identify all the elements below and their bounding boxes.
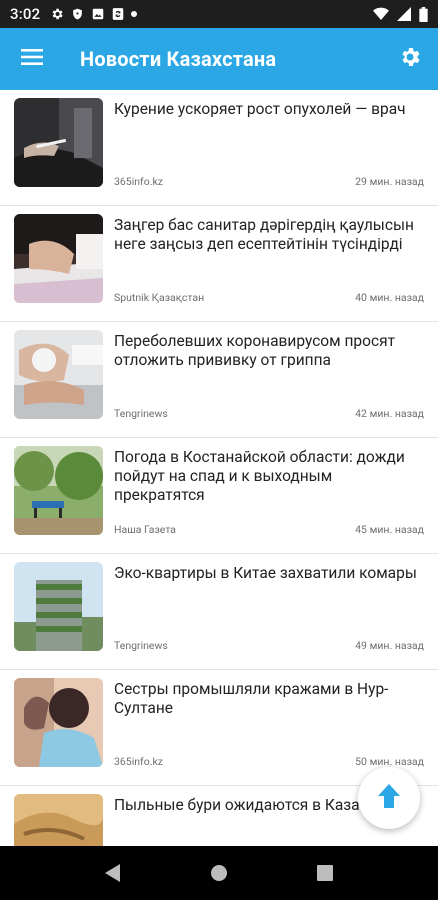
news-thumbnail-flu: [14, 330, 103, 419]
gear-icon: [50, 7, 64, 21]
recents-icon[interactable]: [305, 853, 345, 893]
news-time: 29 мин. назад: [355, 175, 424, 188]
news-headline[interactable]: Курение ускоряет рост опухолей — врач: [114, 100, 424, 119]
scroll-to-top-button[interactable]: [358, 767, 420, 829]
news-thumbnail-park: [14, 446, 103, 535]
news-headline[interactable]: Эко-квартиры в Китае захватили комары: [114, 564, 424, 583]
news-item[interactable]: Курение ускоряет рост опухолей — врач 36…: [0, 90, 438, 206]
news-source: Tengrinews: [114, 407, 168, 420]
news-item[interactable]: Эко-квартиры в Китае захватили комары Te…: [0, 554, 438, 670]
news-headline[interactable]: Переболевших коронавирусом просят отложи…: [114, 332, 424, 370]
news-thumbnail-woman: [14, 678, 103, 767]
news-source: 365info.kz: [114, 175, 163, 188]
battery-icon: [419, 6, 428, 22]
news-source: Наша Газета: [114, 523, 177, 536]
home-icon[interactable]: [199, 853, 239, 893]
gear-icon: [398, 45, 422, 73]
news-thumbnail-eco-building: [14, 562, 103, 651]
news-source: Tengrinews: [114, 639, 168, 652]
news-time: 40 мин. назад: [355, 291, 424, 304]
status-bar: 3:02: [0, 0, 438, 28]
image-icon: [91, 7, 105, 21]
settings-button[interactable]: [382, 28, 438, 90]
notification-icons: [50, 7, 138, 21]
system-icons: [373, 6, 428, 22]
news-item[interactable]: Погода в Костанайской области: дожди пой…: [0, 438, 438, 554]
news-time: 42 мин. назад: [355, 407, 424, 420]
shield-icon: [71, 7, 84, 21]
back-icon[interactable]: [93, 853, 133, 893]
navigation-bar: [0, 846, 438, 900]
news-source: 365info.kz: [114, 755, 163, 768]
app-title: Новости Казахстана: [80, 47, 277, 71]
arrow-up-icon: [376, 782, 402, 814]
news-headline[interactable]: Погода в Костанайской области: дожди пой…: [114, 448, 424, 505]
news-thumbnail-smoking: [14, 98, 103, 187]
news-time: 45 мин. назад: [355, 523, 424, 536]
news-headline[interactable]: Сестры промышляли кражами в Нур-Султане: [114, 680, 424, 718]
news-source: Sputnik Қазақстан: [114, 291, 205, 304]
sync-icon: [112, 7, 124, 21]
news-item[interactable]: Переболевших коронавирусом просят отложи…: [0, 322, 438, 438]
news-thumbnail-dust-storm: [14, 794, 103, 846]
news-headline[interactable]: Заңгер бас санитар дәрігердің қаулысын н…: [114, 216, 424, 254]
news-time: 49 мин. назад: [355, 639, 424, 652]
dot-icon: [131, 11, 138, 17]
signal-icon: [397, 7, 411, 21]
news-list[interactable]: Курение ускоряет рост опухолей — врач 36…: [0, 90, 438, 846]
news-item[interactable]: Заңгер бас санитар дәрігердің қаулысын н…: [0, 206, 438, 322]
app-bar: Новости Казахстана: [0, 28, 438, 90]
status-time: 3:02: [10, 5, 41, 23]
menu-icon: [21, 48, 43, 70]
news-thumbnail-document: [14, 214, 103, 303]
news-item[interactable]: Сестры промышляли кражами в Нур-Султане …: [0, 670, 438, 786]
wifi-icon: [373, 7, 389, 21]
menu-button[interactable]: [0, 28, 64, 90]
